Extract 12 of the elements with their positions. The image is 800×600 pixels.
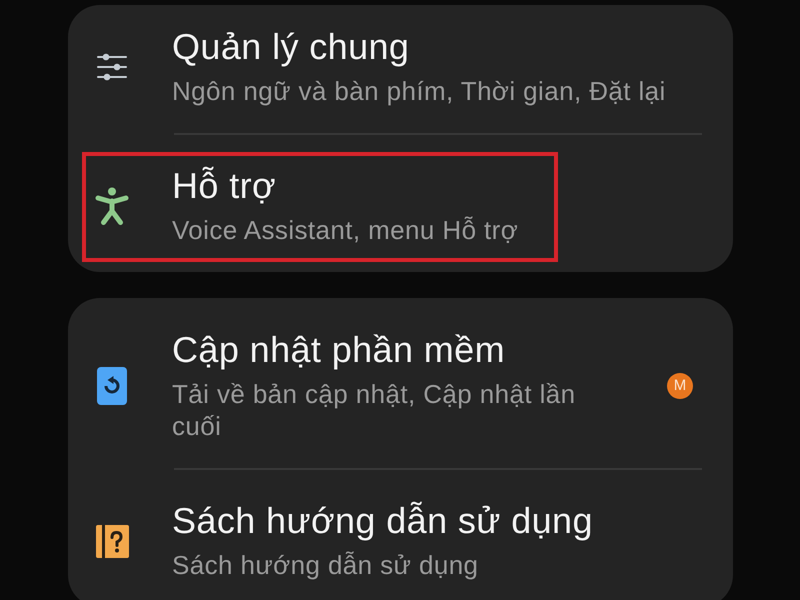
book-question-icon <box>96 524 128 558</box>
setting-title[interactable]: Quản lý chung <box>172 27 410 67</box>
setting-description: Sách hướng dẫn sử dụng <box>172 549 478 581</box>
setting-title[interactable]: Cập nhật phần mềm <box>172 330 505 370</box>
setting-title[interactable]: Sách hướng dẫn sử dụng <box>172 501 593 541</box>
setting-description: Ngôn ngữ và bàn phím, Thời gian, Đặt lại <box>172 75 666 107</box>
sliders-icon <box>96 53 128 81</box>
notification-badge: M <box>667 373 693 399</box>
setting-description: Voice Assistant, menu Hỗ trợ <box>172 214 518 246</box>
setting-title[interactable]: Hỗ trợ <box>172 166 276 206</box>
person-icon <box>95 187 129 225</box>
setting-description: Tải về bản cập nhật, Cập nhật lần cuối <box>172 378 576 442</box>
